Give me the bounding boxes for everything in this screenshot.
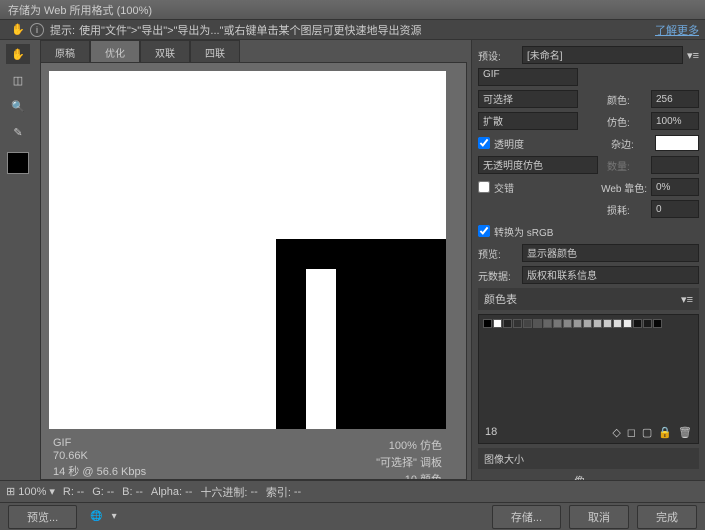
zoom-dropdown-icon[interactable]: ▾: [49, 485, 55, 498]
info-time: 14 秒 @ 56.6 Kbps: [53, 463, 146, 479]
websnap-input[interactable]: [651, 178, 699, 196]
color-swatch-item[interactable]: [533, 319, 542, 328]
info-format: GIF: [53, 437, 146, 449]
interlace-checkbox[interactable]: [478, 181, 490, 193]
zoom-value[interactable]: 100%: [18, 486, 46, 498]
loss-input[interactable]: [651, 200, 699, 218]
preview-shape: [276, 239, 446, 429]
footer: 预览... 🌐▾ 存储... 取消 完成: [0, 502, 705, 530]
ct-icon-2[interactable]: ◻: [627, 426, 636, 439]
metadata-select[interactable]: 版权和联系信息: [522, 266, 699, 284]
tip-text: 使用"文件">"导出">"导出为..."或右键单击某个图层可更快速地导出资源: [79, 22, 421, 38]
colors-label: 颜色:: [607, 92, 647, 107]
info-icon: i: [30, 23, 44, 37]
color-swatch-item[interactable]: [493, 319, 502, 328]
color-swatch-item[interactable]: [593, 319, 602, 328]
colors-input[interactable]: [651, 90, 699, 108]
px-label: 像素: [574, 473, 585, 480]
matte-color[interactable]: [655, 135, 699, 151]
ct-icon-1[interactable]: ◇: [612, 426, 620, 439]
color-swatch-item[interactable]: [633, 319, 642, 328]
canvas-area: GIF 70.66K 14 秒 @ 56.6 Kbps 100% 仿色 "可选择…: [40, 62, 467, 480]
color-swatch[interactable]: [7, 152, 29, 174]
preset-select[interactable]: [未命名]: [522, 46, 683, 64]
transparency-checkbox[interactable]: [478, 137, 490, 149]
tab-4up[interactable]: 四联: [190, 40, 240, 62]
tab-original[interactable]: 原稿: [40, 40, 90, 62]
status-box-icon[interactable]: ⊞: [6, 485, 15, 498]
info-colors: 10 颜色: [376, 471, 442, 480]
info-size: 70.66K: [53, 450, 146, 462]
dither-input[interactable]: [651, 112, 699, 130]
color-swatch-item[interactable]: [573, 319, 582, 328]
color-swatch-item[interactable]: [563, 319, 572, 328]
tip-label: 提示:: [50, 22, 75, 38]
websnap-label: Web 靠色:: [601, 180, 647, 195]
color-swatch-item[interactable]: [503, 319, 512, 328]
color-swatch-item[interactable]: [603, 319, 612, 328]
tip-bar: ✋ i 提示: 使用"文件">"导出">"导出为..."或右键单击某个图层可更快…: [0, 20, 705, 40]
zoom-tool[interactable]: 🔍: [6, 96, 30, 116]
trans-dither-select[interactable]: 无透明度仿色: [478, 156, 598, 174]
tab-optimized[interactable]: 优化: [90, 40, 140, 62]
color-swatch-item[interactable]: [613, 319, 622, 328]
srgb-checkbox[interactable]: [478, 225, 490, 237]
preview-select[interactable]: 显示器颜色: [522, 244, 699, 262]
preview-label: 预览:: [478, 246, 518, 261]
hand-tool-icon[interactable]: ✋: [6, 20, 30, 40]
loss-label: 损耗:: [607, 202, 647, 217]
imagesize-header: 图像大小: [478, 448, 699, 469]
dither-select[interactable]: 扩散: [478, 112, 578, 130]
color-swatch-item[interactable]: [483, 319, 492, 328]
info-pct: 100% 仿色: [376, 437, 442, 453]
color-swatch-item[interactable]: [623, 319, 632, 328]
status-bar: ⊞100%▾ R:-- G:-- B:-- Alpha:-- 十六进制:-- 索…: [0, 480, 705, 502]
interlace-label: 交错: [494, 180, 534, 195]
eyedropper-tool[interactable]: ✎: [6, 122, 30, 142]
format-select[interactable]: GIF: [478, 68, 578, 86]
color-swatch-item[interactable]: [553, 319, 562, 328]
color-swatch-item[interactable]: [583, 319, 592, 328]
metadata-label: 元数据:: [478, 268, 518, 283]
learn-more-link[interactable]: 了解更多: [655, 22, 699, 38]
window-title: 存储为 Web 所用格式 (100%): [8, 2, 152, 18]
lock-icon[interactable]: 🔒: [658, 426, 672, 439]
preview-tabs: 原稿 优化 双联 四联: [40, 40, 467, 62]
preset-label: 预设:: [478, 48, 518, 63]
amount-label: 数量:: [607, 158, 647, 173]
title-bar: 存储为 Web 所用格式 (100%): [0, 0, 705, 20]
color-swatch-item[interactable]: [643, 319, 652, 328]
srgb-label: 转换为 sRGB: [494, 224, 553, 239]
tab-2up[interactable]: 双联: [140, 40, 190, 62]
amount-input: [651, 156, 699, 174]
color-swatch-item[interactable]: [523, 319, 532, 328]
matte-label: 杂边:: [611, 136, 651, 151]
reduction-select[interactable]: 可选择: [478, 90, 578, 108]
info-sel: "可选择" 调板: [376, 454, 442, 470]
dropdown-icon[interactable]: ▾: [107, 510, 121, 524]
colortable-count: 18: [485, 426, 497, 439]
color-swatch-item[interactable]: [513, 319, 522, 328]
trash-icon[interactable]: 🗑: [678, 426, 692, 439]
browser-icon[interactable]: 🌐: [89, 510, 103, 524]
preset-menu-icon[interactable]: ▾≡: [687, 49, 699, 62]
ct-icon-3[interactable]: ▢: [642, 426, 652, 439]
settings-panel: 预设: [未命名] ▾≡ GIF 可选择 颜色: 扩散 仿色: 透明度 杂边: …: [471, 40, 705, 480]
dither-label: 仿色:: [607, 114, 647, 129]
slice-tool[interactable]: ◫: [6, 70, 30, 90]
canvas[interactable]: [49, 71, 446, 429]
colortable-menu-icon[interactable]: ▾≡: [681, 293, 693, 306]
color-swatch-item[interactable]: [653, 319, 662, 328]
hand-tool[interactable]: ✋: [6, 44, 30, 64]
color-table: 18 ◇ ◻ ▢ 🔒 🗑: [478, 314, 699, 444]
colortable-header: 颜色表 ▾≡: [478, 288, 699, 310]
color-swatch-item[interactable]: [543, 319, 552, 328]
transparency-label: 透明度: [494, 136, 534, 151]
canvas-info: GIF 70.66K 14 秒 @ 56.6 Kbps 100% 仿色 "可选择…: [49, 435, 446, 479]
left-toolbar: ✋ ◫ 🔍 ✎: [0, 40, 36, 480]
